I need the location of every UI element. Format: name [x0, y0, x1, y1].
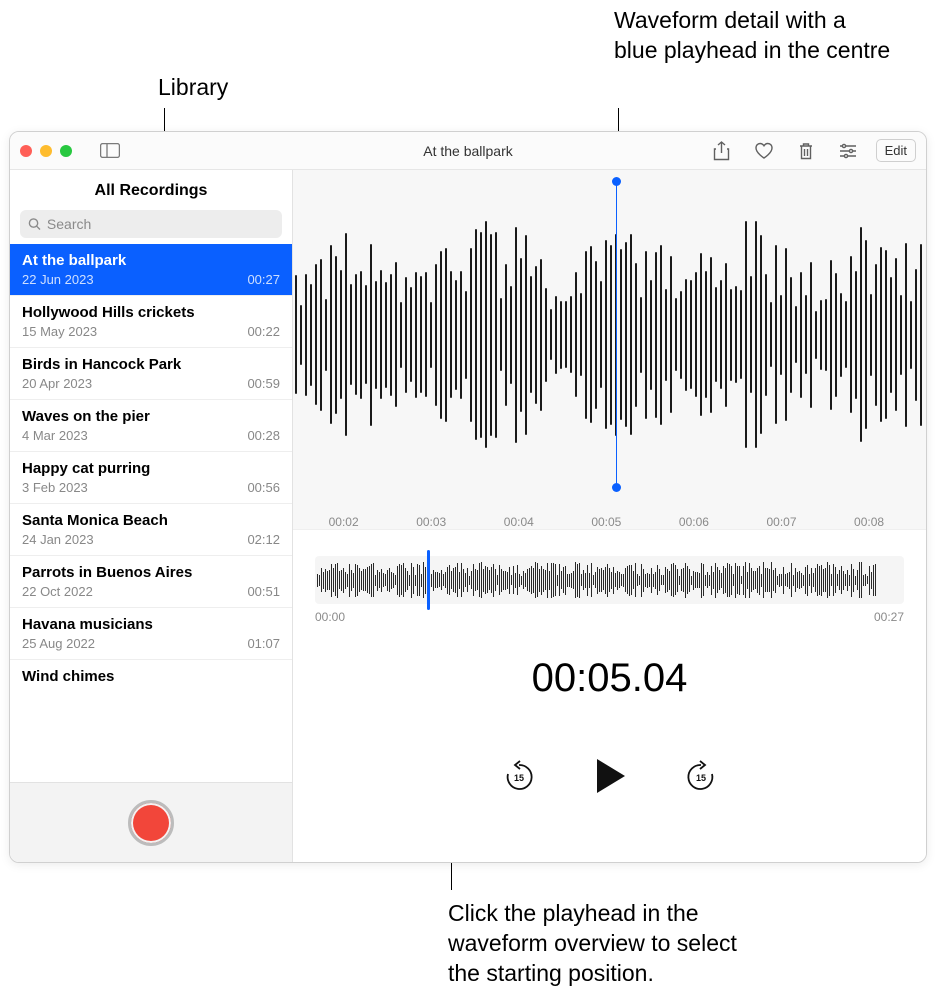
recording-item[interactable]: Parrots in Buenos Aires 22 Oct 2022 00:51	[10, 556, 292, 608]
recording-date: 22 Oct 2022	[22, 584, 93, 599]
main-area: 00:02 00:03 00:04 00:05 00:06 00:07 00:08 00:0…	[293, 170, 926, 862]
time-tick: 00:07	[766, 515, 796, 529]
search-icon	[28, 217, 41, 231]
recording-item[interactable]: At the ballpark 22 Jun 2023 00:27	[10, 244, 292, 296]
play-button[interactable]	[593, 757, 627, 795]
search-field[interactable]	[20, 210, 282, 238]
recording-duration: 02:12	[247, 532, 280, 547]
waveform-detail[interactable]: 00:02 00:03 00:04 00:05 00:06 00:07 00:08	[293, 170, 926, 530]
recording-duration: 00:59	[247, 376, 280, 391]
playhead-detail[interactable]	[616, 182, 617, 487]
recording-title: Wind chimes	[22, 668, 280, 685]
recording-title: Havana musicians	[22, 616, 280, 633]
sidebar-toggle-button[interactable]	[100, 141, 120, 161]
recording-duration: 01:07	[247, 636, 280, 651]
overview-times: 00:00 00:27	[315, 610, 904, 624]
traffic-lights	[20, 145, 72, 157]
recording-title: Birds in Hancock Park	[22, 356, 280, 373]
recording-item[interactable]: Hollywood Hills crickets 15 May 2023 00:22	[10, 296, 292, 348]
recording-title: Waves on the pier	[22, 408, 280, 425]
callout-waveform-detail: Waveform detail with a blue playhead in …	[614, 6, 894, 66]
time-tick: 00:06	[679, 515, 709, 529]
window-title: At the ballpark	[423, 143, 513, 159]
recording-duration: 00:51	[247, 584, 280, 599]
app-window: At the ballpark	[9, 131, 927, 863]
sidebar: All Recordings At the ballpark 22 Jun 202…	[10, 170, 293, 862]
recording-title: Happy cat purring	[22, 460, 280, 477]
recording-date: 22 Jun 2023	[22, 272, 94, 287]
svg-text:15: 15	[513, 773, 523, 783]
time-tick: 00:02	[329, 515, 359, 529]
callout-overview-hint: Click the playhead in the waveform overv…	[448, 899, 768, 989]
time-tick: 00:08	[854, 515, 884, 529]
share-button[interactable]	[712, 141, 732, 161]
options-button[interactable]	[838, 141, 858, 161]
toolbar-right: Edit	[712, 139, 916, 162]
window-zoom-button[interactable]	[60, 145, 72, 157]
recording-date: 25 Aug 2022	[22, 636, 95, 651]
recording-item[interactable]: Wind chimes	[10, 660, 292, 689]
recording-duration: 00:22	[247, 324, 280, 339]
favorite-button[interactable]	[754, 141, 774, 161]
recordings-list: At the ballpark 22 Jun 2023 00:27 Hollywood…	[10, 244, 292, 782]
skip-back-15-button[interactable]: 15	[503, 759, 535, 793]
window-close-button[interactable]	[20, 145, 32, 157]
recording-duration: 00:56	[247, 480, 280, 495]
titlebar: At the ballpark	[10, 132, 926, 170]
recording-date: 15 May 2023	[22, 324, 97, 339]
recording-duration: 00:27	[247, 272, 280, 287]
recording-item[interactable]: Santa Monica Beach 24 Jan 2023 02:12	[10, 504, 292, 556]
recording-item[interactable]: Havana musicians 25 Aug 2022 01:07	[10, 608, 292, 660]
time-tick: 00:03	[416, 515, 446, 529]
recording-date: 3 Feb 2023	[22, 480, 88, 495]
recording-item[interactable]: Waves on the pier 4 Mar 2023 00:28	[10, 400, 292, 452]
overview-start-time: 00:00	[315, 610, 345, 624]
time-tick: 00:05	[591, 515, 621, 529]
overview-playhead[interactable]	[427, 550, 430, 610]
search-input[interactable]	[47, 216, 274, 232]
window-minimize-button[interactable]	[40, 145, 52, 157]
time-counter: 00:05.04	[293, 656, 926, 701]
recording-date: 24 Jan 2023	[22, 532, 94, 547]
svg-text:15: 15	[695, 773, 705, 783]
skip-forward-15-button[interactable]: 15	[685, 759, 717, 793]
record-area	[10, 782, 292, 862]
recording-date: 20 Apr 2023	[22, 376, 92, 391]
recording-title: At the ballpark	[22, 252, 280, 269]
recording-item[interactable]: Birds in Hancock Park 20 Apr 2023 00:59	[10, 348, 292, 400]
time-tick: 00:04	[504, 515, 534, 529]
overview-end-time: 00:27	[874, 610, 904, 624]
recording-title: Santa Monica Beach	[22, 512, 280, 529]
record-button[interactable]	[128, 800, 174, 846]
waveform-overview[interactable]	[315, 556, 904, 604]
recording-duration: 00:28	[247, 428, 280, 443]
playback-controls: 15 15	[293, 757, 926, 795]
edit-button[interactable]: Edit	[876, 139, 916, 162]
sidebar-header: All Recordings	[10, 170, 292, 210]
recording-date: 4 Mar 2023	[22, 428, 88, 443]
trash-button[interactable]	[796, 141, 816, 161]
callout-library: Library	[158, 73, 228, 103]
recording-title: Parrots in Buenos Aires	[22, 564, 280, 581]
recording-item[interactable]: Happy cat purring 3 Feb 2023 00:56	[10, 452, 292, 504]
recording-title: Hollywood Hills crickets	[22, 304, 280, 321]
